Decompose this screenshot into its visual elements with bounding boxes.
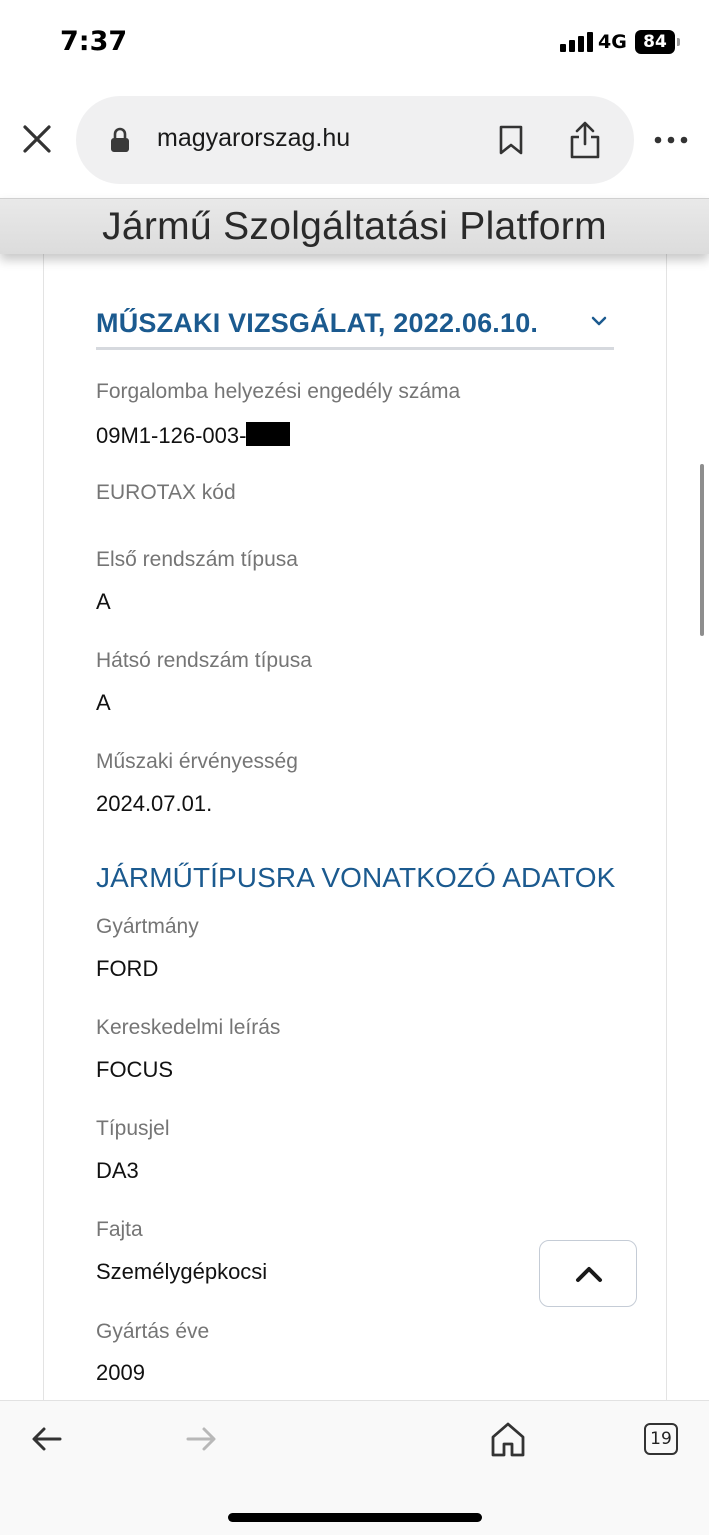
lock-icon bbox=[110, 127, 130, 153]
redaction-block bbox=[246, 422, 291, 446]
field-value: 2024.07.01. bbox=[96, 791, 213, 816]
signal-icon bbox=[560, 32, 594, 52]
subsection-title: JÁRMŰTÍPUSRA VONATKOZÓ ADATOK bbox=[96, 862, 616, 893]
field-value: 2009 bbox=[96, 1360, 145, 1385]
network-type: 4G bbox=[598, 31, 627, 53]
scrollbar[interactable] bbox=[700, 464, 704, 636]
url-text[interactable]: magyarorszag.hu bbox=[157, 124, 350, 153]
registration-number: 09M1-126-003- bbox=[96, 423, 247, 448]
field-value: 09M1-126-003- bbox=[96, 422, 291, 449]
field-label: Első rendszám típusa bbox=[96, 548, 298, 571]
field-label: EUROTAX kód bbox=[96, 481, 236, 504]
chevron-up-icon bbox=[576, 1267, 602, 1282]
field-label: Típusjel bbox=[96, 1117, 170, 1140]
field-label: Fajta bbox=[96, 1218, 143, 1241]
section-title[interactable]: MŰSZAKI VIZSGÁLAT, 2022.06.10. bbox=[96, 308, 538, 339]
field-label: Műszaki érvényesség bbox=[96, 750, 298, 773]
field-value: A bbox=[96, 690, 111, 715]
status-time: 7:37 bbox=[60, 26, 128, 57]
header-banner: Jármű Szolgáltatási Platform bbox=[0, 198, 709, 254]
field-value: FORD bbox=[96, 956, 159, 981]
field-value: FOCUS bbox=[96, 1057, 173, 1082]
battery-icon: 84 bbox=[635, 30, 675, 54]
bookmark-icon[interactable] bbox=[497, 124, 525, 156]
share-icon[interactable] bbox=[568, 120, 602, 160]
battery-nub bbox=[677, 38, 680, 46]
page-title: Jármű Szolgáltatási Platform bbox=[102, 205, 607, 248]
field-label: Hátsó rendszám típusa bbox=[96, 649, 312, 672]
home-indicator bbox=[228, 1513, 482, 1522]
field-label: Gyártás éve bbox=[96, 1320, 210, 1343]
chevron-down-icon[interactable] bbox=[591, 314, 607, 326]
arrow-left-icon[interactable] bbox=[30, 1424, 64, 1454]
scroll-to-top-button[interactable] bbox=[539, 1240, 637, 1307]
home-icon[interactable] bbox=[490, 1420, 526, 1458]
field-value: A bbox=[96, 589, 111, 614]
field-label: Forgalomba helyezési engedély száma bbox=[96, 380, 461, 403]
field-label: Gyártmány bbox=[96, 915, 199, 938]
tabs-count-button[interactable]: 19 bbox=[644, 1423, 678, 1455]
arrow-right-icon[interactable] bbox=[184, 1424, 218, 1454]
status-bar: 7:37 4G 84 bbox=[0, 0, 709, 84]
section-accordion-header[interactable]: MŰSZAKI VIZSGÁLAT, 2022.06.10. bbox=[96, 306, 614, 350]
field-value: Személygépkocsi bbox=[96, 1259, 268, 1284]
close-icon[interactable] bbox=[18, 120, 56, 158]
field-value: DA3 bbox=[96, 1158, 139, 1183]
more-icon[interactable] bbox=[652, 130, 690, 150]
field-label: Kereskedelmi leírás bbox=[96, 1016, 281, 1039]
